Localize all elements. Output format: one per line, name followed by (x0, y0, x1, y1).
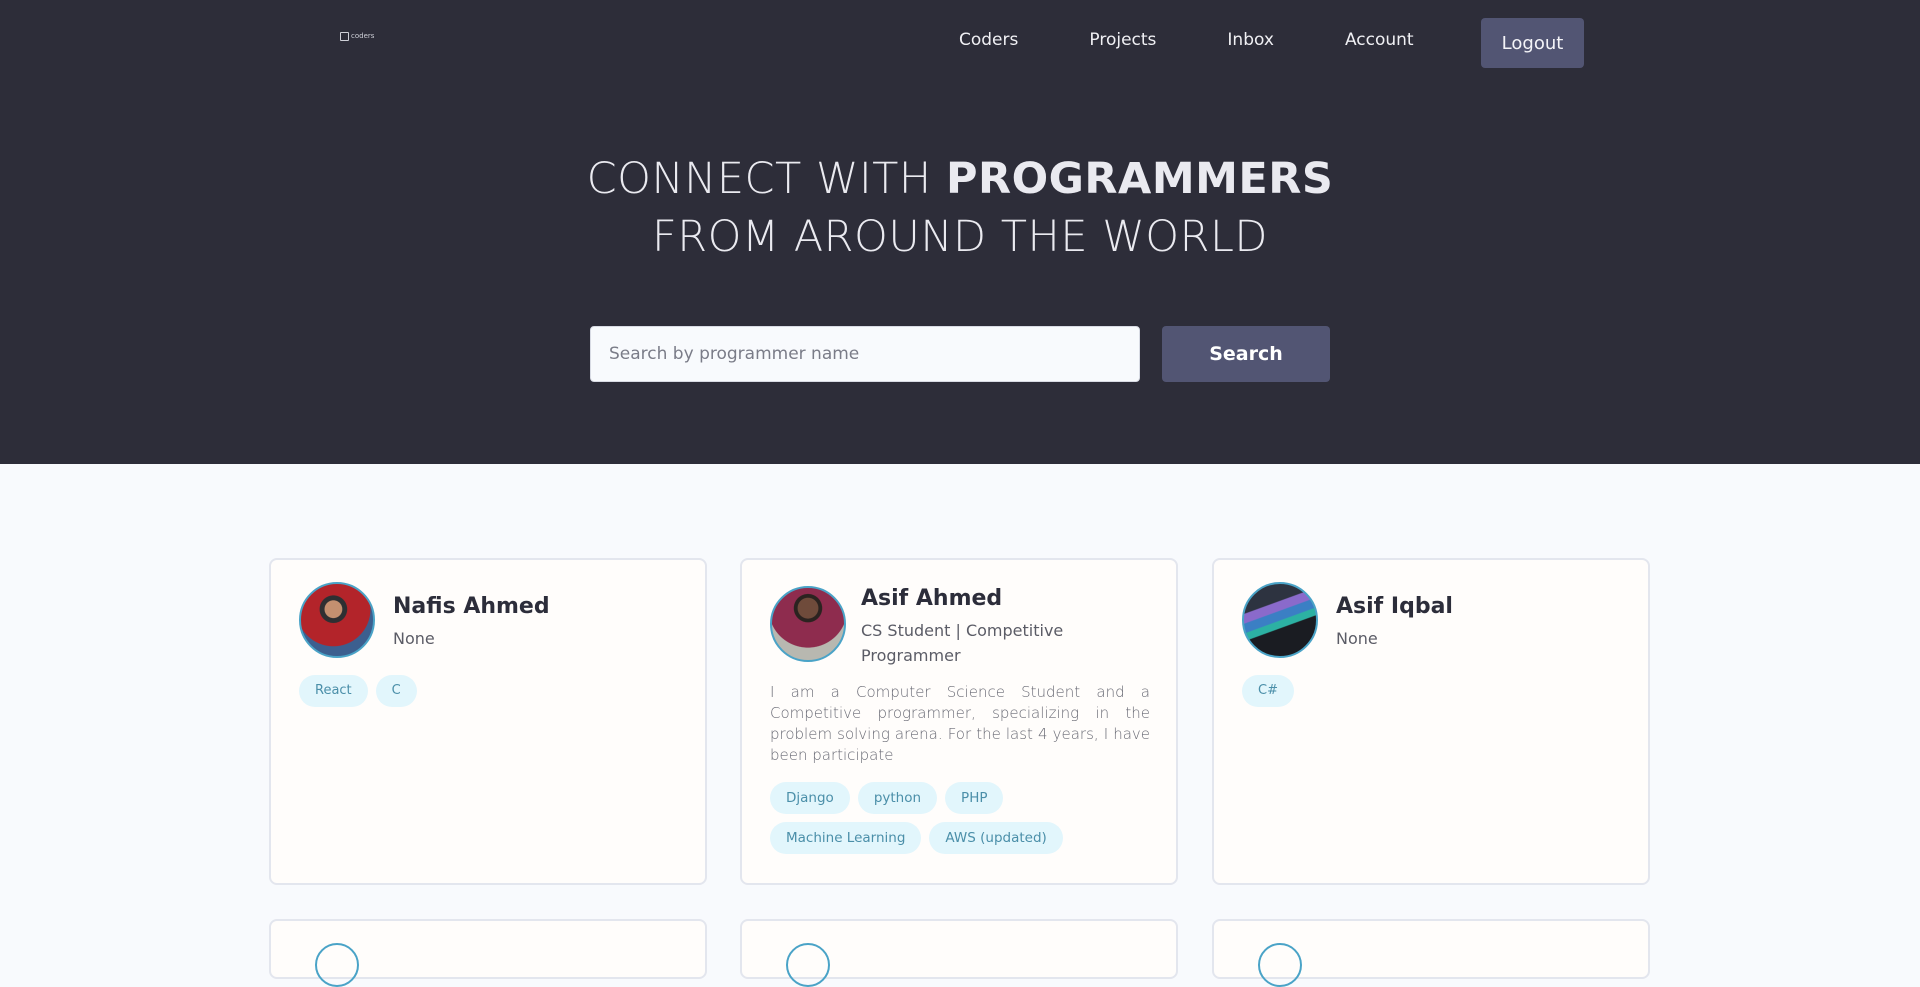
avatar (770, 586, 846, 662)
search-button[interactable]: Search (1162, 326, 1330, 382)
nav-link-coders[interactable]: Coders (959, 28, 1018, 52)
search-input[interactable] (590, 326, 1140, 382)
nav-links: Coders Projects Inbox Account (959, 28, 1414, 52)
hero-strong: PROGRAMMERS (945, 154, 1334, 204)
logo-text: coders (351, 31, 375, 40)
profile-bio: I am a Computer Science Student and a Co… (770, 683, 1150, 764)
profile-card[interactable]: Asif Iqbal None C# (1212, 558, 1650, 885)
site-logo[interactable]: coders (340, 29, 376, 43)
hero-header: coders Coders Projects Inbox Account Log… (0, 0, 1920, 464)
profile-name: Nafis Ahmed (393, 594, 550, 619)
profile-card[interactable]: Asif Ahmed CS Student | Competitive Prog… (740, 558, 1178, 885)
skill-tag: Django (770, 782, 850, 814)
profile-card[interactable]: Nafis Ahmed None React C (269, 558, 707, 885)
profile-name: Asif Iqbal (1336, 594, 1453, 619)
profile-card[interactable] (740, 919, 1178, 987)
logo-icon (340, 31, 349, 41)
avatar (315, 943, 359, 987)
skill-tag: React (299, 675, 368, 707)
hero-line-1: CONNECT WITH PROGRAMMERS (0, 150, 1920, 208)
logout-button[interactable]: Logout (1481, 18, 1584, 68)
skill-tags: Django python PHP Machine Learning AWS (… (770, 782, 1150, 854)
avatar (299, 582, 375, 658)
nav-link-account[interactable]: Account (1345, 28, 1414, 52)
nav-link-projects[interactable]: Projects (1089, 28, 1156, 52)
skill-tags: React C (299, 675, 679, 707)
avatar (1242, 582, 1318, 658)
avatar (1258, 943, 1302, 987)
skill-tag: PHP (945, 782, 1004, 814)
profile-card[interactable] (269, 919, 707, 987)
avatar (786, 943, 830, 987)
profile-subtitle: None (393, 629, 435, 648)
skill-tag: AWS (updated) (929, 822, 1063, 854)
hero-heading: CONNECT WITH PROGRAMMERS FROM AROUND THE… (0, 150, 1920, 266)
skill-tag: Machine Learning (770, 822, 922, 854)
profile-name: Asif Ahmed (861, 586, 1003, 611)
skill-tags: C# (1242, 675, 1622, 707)
profile-subtitle: None (1336, 629, 1378, 648)
skill-tag: C# (1242, 675, 1294, 707)
profile-card[interactable] (1212, 919, 1650, 987)
profile-subtitle: CS Student | Competitive Programmer (861, 621, 1064, 665)
skill-tag: python (857, 782, 938, 814)
nav-link-inbox[interactable]: Inbox (1227, 28, 1274, 52)
skill-tag: C (375, 675, 417, 707)
navbar: coders Coders Projects Inbox Account Log… (0, 0, 1920, 80)
hero-prefix: CONNECT WITH (586, 154, 946, 204)
hero-line-2: FROM AROUND THE WORLD (651, 212, 1269, 262)
